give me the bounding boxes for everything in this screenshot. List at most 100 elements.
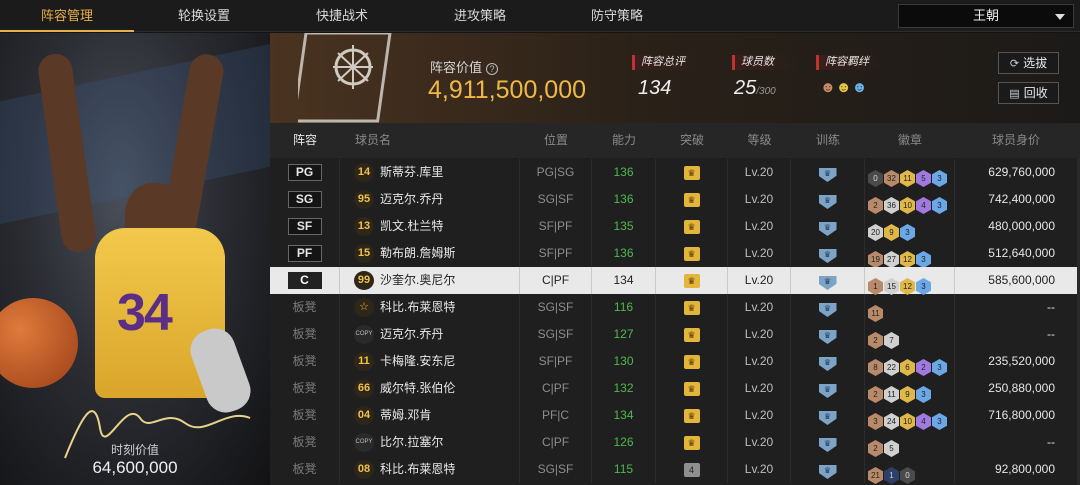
player-name-cell[interactable]: COPY 比尔.拉塞尔 <box>340 429 520 456</box>
training-cell[interactable]: ♛ <box>791 321 865 348</box>
training-cell[interactable]: ♛ <box>791 456 865 483</box>
badge-blue-icon: 3 <box>932 197 947 214</box>
training-cell[interactable]: ♛ <box>791 240 865 267</box>
training-cell[interactable]: ♛ <box>791 213 865 240</box>
lineup-slot-cell[interactable]: 板凳 <box>270 321 340 348</box>
player-name-cell[interactable]: COPY 迈克尔.乔丹 <box>340 321 520 348</box>
badges-cell[interactable]: 8 22 6 2 3 <box>865 348 955 376</box>
lineup-slot-cell[interactable]: SF <box>270 213 340 240</box>
player-name-cell[interactable]: 04 蒂姆.邓肯 <box>340 402 520 429</box>
lineup-slot-cell[interactable]: 板凳 <box>270 402 340 429</box>
player-card[interactable]: 34 时刻价值 64,600,000 <box>0 33 270 485</box>
badges-cell[interactable]: 11 <box>865 294 955 322</box>
player-name: 科比.布莱恩特 <box>380 300 456 314</box>
table-row[interactable]: 板凳 COPY 比尔.拉塞尔 C|PF 126 ♛ Lv.20 ♛ 2 5 -- <box>270 429 1077 457</box>
badges-cell[interactable]: 19 27 12 3 <box>865 240 955 268</box>
lineup-slot-cell[interactable]: 板凳 <box>270 429 340 456</box>
table-row[interactable]: PF 15 勒布朗.詹姆斯 SF|PF 136 ♛ Lv.20 ♛ 19 27 12 3 512,640… <box>270 240 1077 268</box>
lineup-slot-cell[interactable]: 板凳 <box>270 375 340 402</box>
team-select-dropdown[interactable]: 王朝 <box>898 4 1074 28</box>
player-name-cell[interactable]: 11 卡梅隆.安东尼 <box>340 348 520 375</box>
badges-cell[interactable]: 20 9 3 <box>865 213 955 241</box>
training-shield-icon: ♛ <box>818 303 837 317</box>
tab-quick-tactics[interactable]: 快捷战术 <box>275 0 409 32</box>
badge-silver-icon: 27 <box>884 251 899 268</box>
moment-value: 64,600,000 <box>92 458 178 477</box>
lineup-slot-cell[interactable]: C <box>270 267 340 294</box>
badges-cell[interactable]: 21 1 0 <box>865 456 955 484</box>
tab-defense-strategy[interactable]: 防守策略 <box>550 0 684 32</box>
bond-icons[interactable]: ☻☻☻ <box>820 79 867 96</box>
table-row[interactable]: 板凳 66 威尔特.张伯伦 C|PF 132 ♛ Lv.20 ♛ 2 11 9 3 250,880,00… <box>270 375 1077 403</box>
training-cell[interactable]: ♛ <box>791 186 865 213</box>
lineup-slot-cell[interactable]: SG <box>270 186 340 213</box>
training-cell[interactable]: ♛ <box>791 375 865 402</box>
recycle-button[interactable]: ▤ 回收 <box>998 82 1059 104</box>
player-name-cell[interactable]: 14 斯蒂芬.库里 <box>340 159 520 186</box>
player-name-cell[interactable]: ☆ 科比.布莱恩特 <box>340 294 520 321</box>
breakthrough-cell[interactable]: ♛ <box>656 186 728 213</box>
badge-list: 25 <box>868 434 900 457</box>
player-name-cell[interactable]: 08 科比.布莱恩特 <box>340 456 520 483</box>
table-row[interactable]: C 99 沙奎尔.奥尼尔 C|PF 134 ♛ Lv.20 ♛ 1 15 12 3 585,600,00… <box>270 267 1077 295</box>
table-row[interactable]: 板凳 ☆ 科比.布莱恩特 SG|SF 116 ♛ Lv.20 ♛ 11 -- <box>270 294 1077 322</box>
table-row[interactable]: SG 95 迈克尔.乔丹 SG|SF 136 ♛ Lv.20 ♛ 2 36 10 4 3 742,400,… <box>270 186 1077 214</box>
breakthrough-cell[interactable]: ♛ <box>656 267 728 294</box>
breakthrough-cell[interactable]: ♛ <box>656 402 728 429</box>
breakthrough-cell[interactable]: ♛ <box>656 240 728 267</box>
jersey-number-icon: 15 <box>354 244 374 263</box>
breakthrough-cell[interactable]: ♛ <box>656 159 728 186</box>
badge-gold-icon: 10 <box>900 413 915 430</box>
breakthrough-cell[interactable]: ♛ <box>656 429 728 456</box>
ability-cell: 132 <box>592 375 656 402</box>
ability-cell: 126 <box>592 429 656 456</box>
tab-lineup-management[interactable]: 阵容管理 <box>0 0 134 32</box>
team-rating-value: 134 <box>638 77 672 99</box>
table-row[interactable]: SF 13 凯文.杜兰特 SF|PF 135 ♛ Lv.20 ♛ 20 9 3 480,000,000 <box>270 213 1077 241</box>
breakthrough-cell[interactable]: ♛ <box>656 213 728 240</box>
badges-cell[interactable]: 1 15 12 3 <box>865 267 955 295</box>
lineup-slot-cell[interactable]: PF <box>270 240 340 267</box>
training-cell[interactable]: ♛ <box>791 294 865 321</box>
training-cell[interactable]: ♛ <box>791 159 865 186</box>
breakthrough-cell[interactable]: 4 <box>656 456 728 483</box>
badge-list: 11 <box>868 299 884 322</box>
training-cell[interactable]: ♛ <box>791 348 865 375</box>
badge-list: 19 27 12 3 <box>868 245 932 268</box>
player-name-cell[interactable]: 95 迈克尔.乔丹 <box>340 186 520 213</box>
player-name: 蒂姆.邓肯 <box>380 408 432 422</box>
badges-cell[interactable]: 0 32 11 5 3 <box>865 159 955 187</box>
lineup-slot-cell[interactable]: 板凳 <box>270 294 340 321</box>
player-name-cell[interactable]: 66 威尔特.张伯伦 <box>340 375 520 402</box>
level-cell: Lv.20 <box>728 348 791 375</box>
table-row[interactable]: 板凳 COPY 迈克尔.乔丹 SG|SF 127 ♛ Lv.20 ♛ 2 7 -- <box>270 321 1077 349</box>
breakthrough-cell[interactable]: ♛ <box>656 294 728 321</box>
select-button[interactable]: ⟳ 选拔 <box>998 52 1059 74</box>
tab-offense-strategy[interactable]: 进攻策略 <box>413 0 547 32</box>
table-row[interactable]: 板凳 11 卡梅隆.安东尼 SF|PF 130 ♛ Lv.20 ♛ 8 22 6 2 3 235,520,… <box>270 348 1077 376</box>
bench-label: 板凳 <box>292 327 317 341</box>
badges-cell[interactable]: 25 <box>865 429 955 457</box>
lineup-slot-cell[interactable]: PG <box>270 159 340 186</box>
training-cell[interactable]: ♛ <box>791 429 865 456</box>
badges-cell[interactable]: 27 <box>865 321 955 349</box>
player-name-cell[interactable]: 13 凯文.杜兰特 <box>340 213 520 240</box>
table-row[interactable]: PG 14 斯蒂芬.库里 PG|SG 136 ♛ Lv.20 ♛ 0 32 11 5 3 629,760,… <box>270 159 1077 187</box>
breakthrough-cell[interactable]: ♛ <box>656 348 728 375</box>
player-name-cell[interactable]: 99 沙奎尔.奥尼尔 <box>340 267 520 294</box>
help-icon[interactable]: ? <box>486 63 499 75</box>
badges-cell[interactable]: 2 11 9 3 <box>865 375 955 403</box>
tab-rotation-settings[interactable]: 轮换设置 <box>137 0 271 32</box>
table-row[interactable]: 板凳 08 科比.布莱恩特 SG|SF 115 4 Lv.20 ♛ 21 1 0 92,800,000 <box>270 456 1077 484</box>
lineup-slot-cell[interactable]: 板凳 <box>270 348 340 375</box>
breakthrough-cell[interactable]: ♛ <box>656 375 728 402</box>
badges-cell[interactable]: 2 36 10 4 3 <box>865 186 955 214</box>
breakthrough-cell[interactable]: ♛ <box>656 321 728 348</box>
table-row[interactable]: 板凳 04 蒂姆.邓肯 PF|C 134 ♛ Lv.20 ♛ 3 24 10 4 3 716,800,00… <box>270 402 1077 430</box>
training-cell[interactable]: ♛ <box>791 267 865 294</box>
player-name-cell[interactable]: 15 勒布朗.詹姆斯 <box>340 240 520 267</box>
training-cell[interactable]: ♛ <box>791 402 865 429</box>
player-name: 卡梅隆.安东尼 <box>380 354 456 368</box>
badges-cell[interactable]: 3 24 10 4 3 <box>865 402 955 430</box>
lineup-slot-cell[interactable]: 板凳 <box>270 456 340 483</box>
